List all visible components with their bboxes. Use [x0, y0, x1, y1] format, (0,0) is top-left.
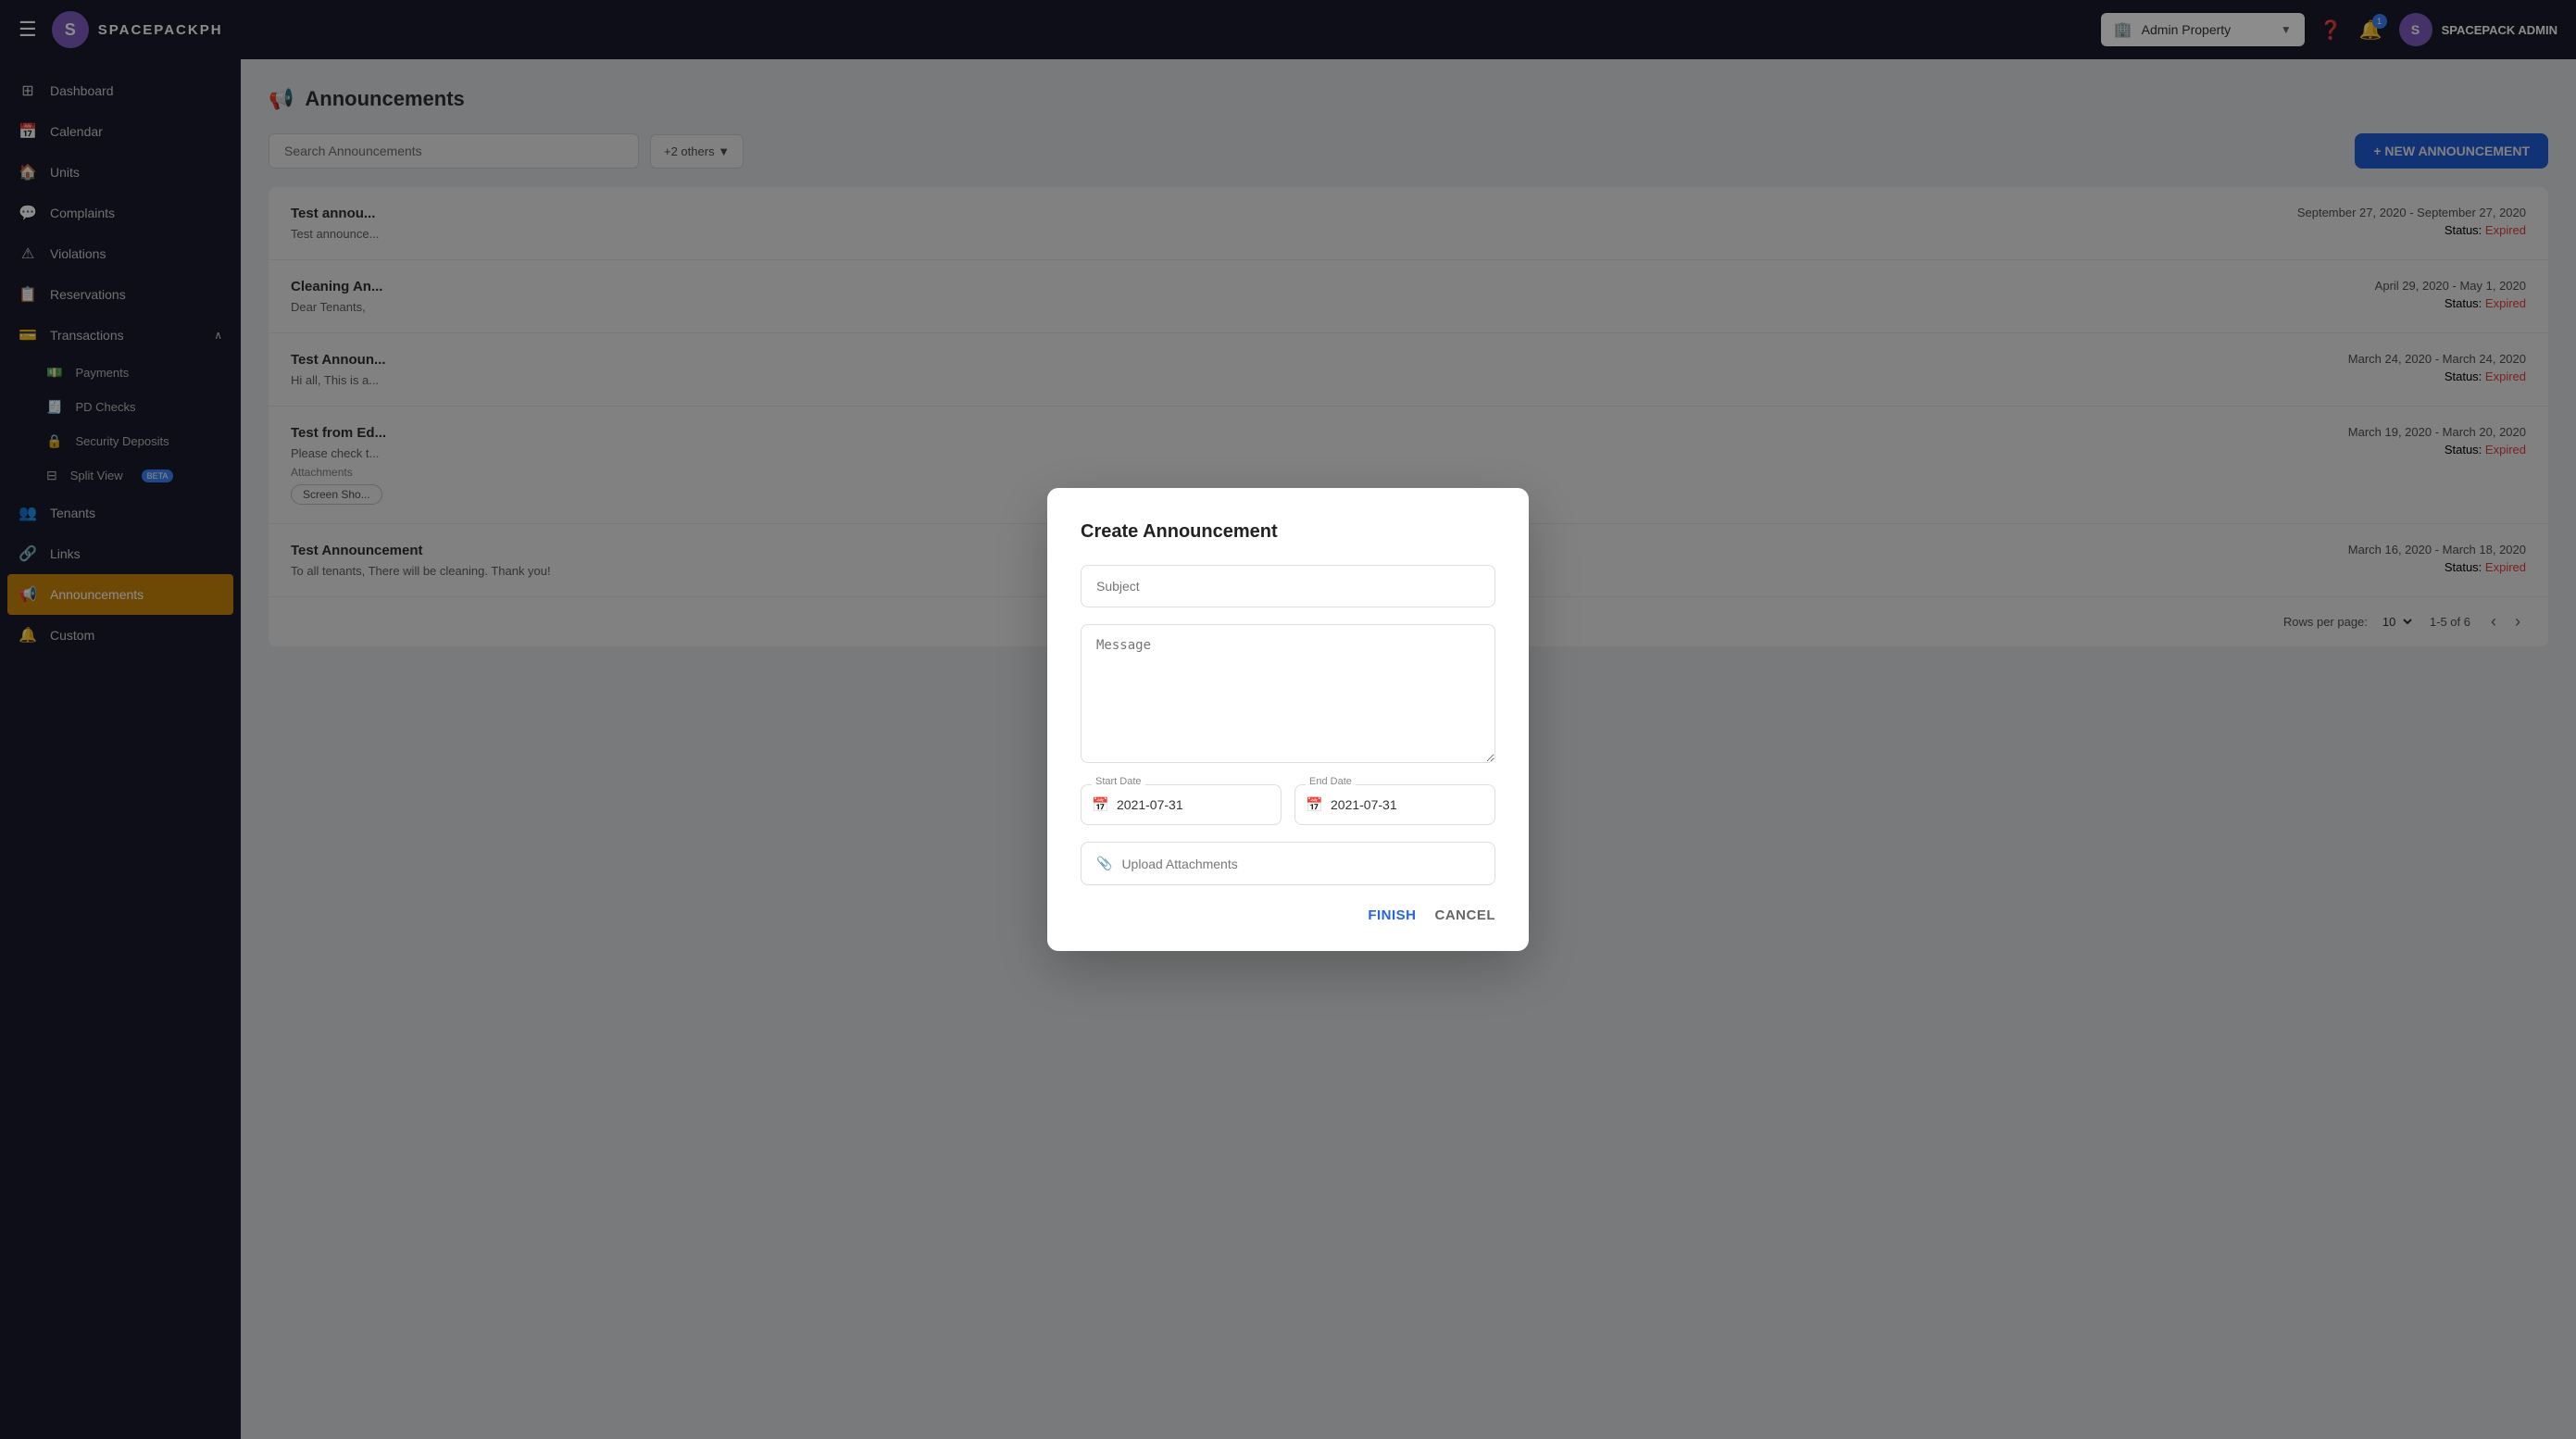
- message-input[interactable]: [1081, 624, 1495, 763]
- message-group: [1081, 624, 1495, 768]
- subject-group: [1081, 565, 1495, 607]
- modal-overlay[interactable]: Create Announcement Start Date 📅 End Dat…: [0, 0, 2576, 1439]
- end-date-input[interactable]: [1294, 784, 1495, 825]
- start-date-label: Start Date: [1092, 776, 1145, 787]
- date-row: Start Date 📅 End Date 📅: [1081, 784, 1495, 825]
- upload-label: Upload Attachments: [1121, 857, 1237, 871]
- create-announcement-modal: Create Announcement Start Date 📅 End Dat…: [1047, 488, 1529, 951]
- end-date-group: End Date 📅: [1294, 784, 1495, 825]
- end-date-label: End Date: [1306, 776, 1356, 787]
- start-date-group: Start Date 📅: [1081, 784, 1282, 825]
- start-date-input[interactable]: [1081, 784, 1282, 825]
- finish-button[interactable]: FINISH: [1368, 907, 1416, 923]
- modal-actions: FINISH CANCEL: [1081, 907, 1495, 923]
- paperclip-icon: 📎: [1096, 856, 1112, 871]
- upload-attachments-button[interactable]: 📎 Upload Attachments: [1081, 842, 1495, 885]
- end-date-calendar-icon: 📅: [1306, 796, 1323, 813]
- cancel-button[interactable]: CANCEL: [1435, 907, 1496, 923]
- start-date-calendar-icon: 📅: [1092, 796, 1109, 813]
- subject-input[interactable]: [1081, 565, 1495, 607]
- modal-title: Create Announcement: [1081, 521, 1495, 543]
